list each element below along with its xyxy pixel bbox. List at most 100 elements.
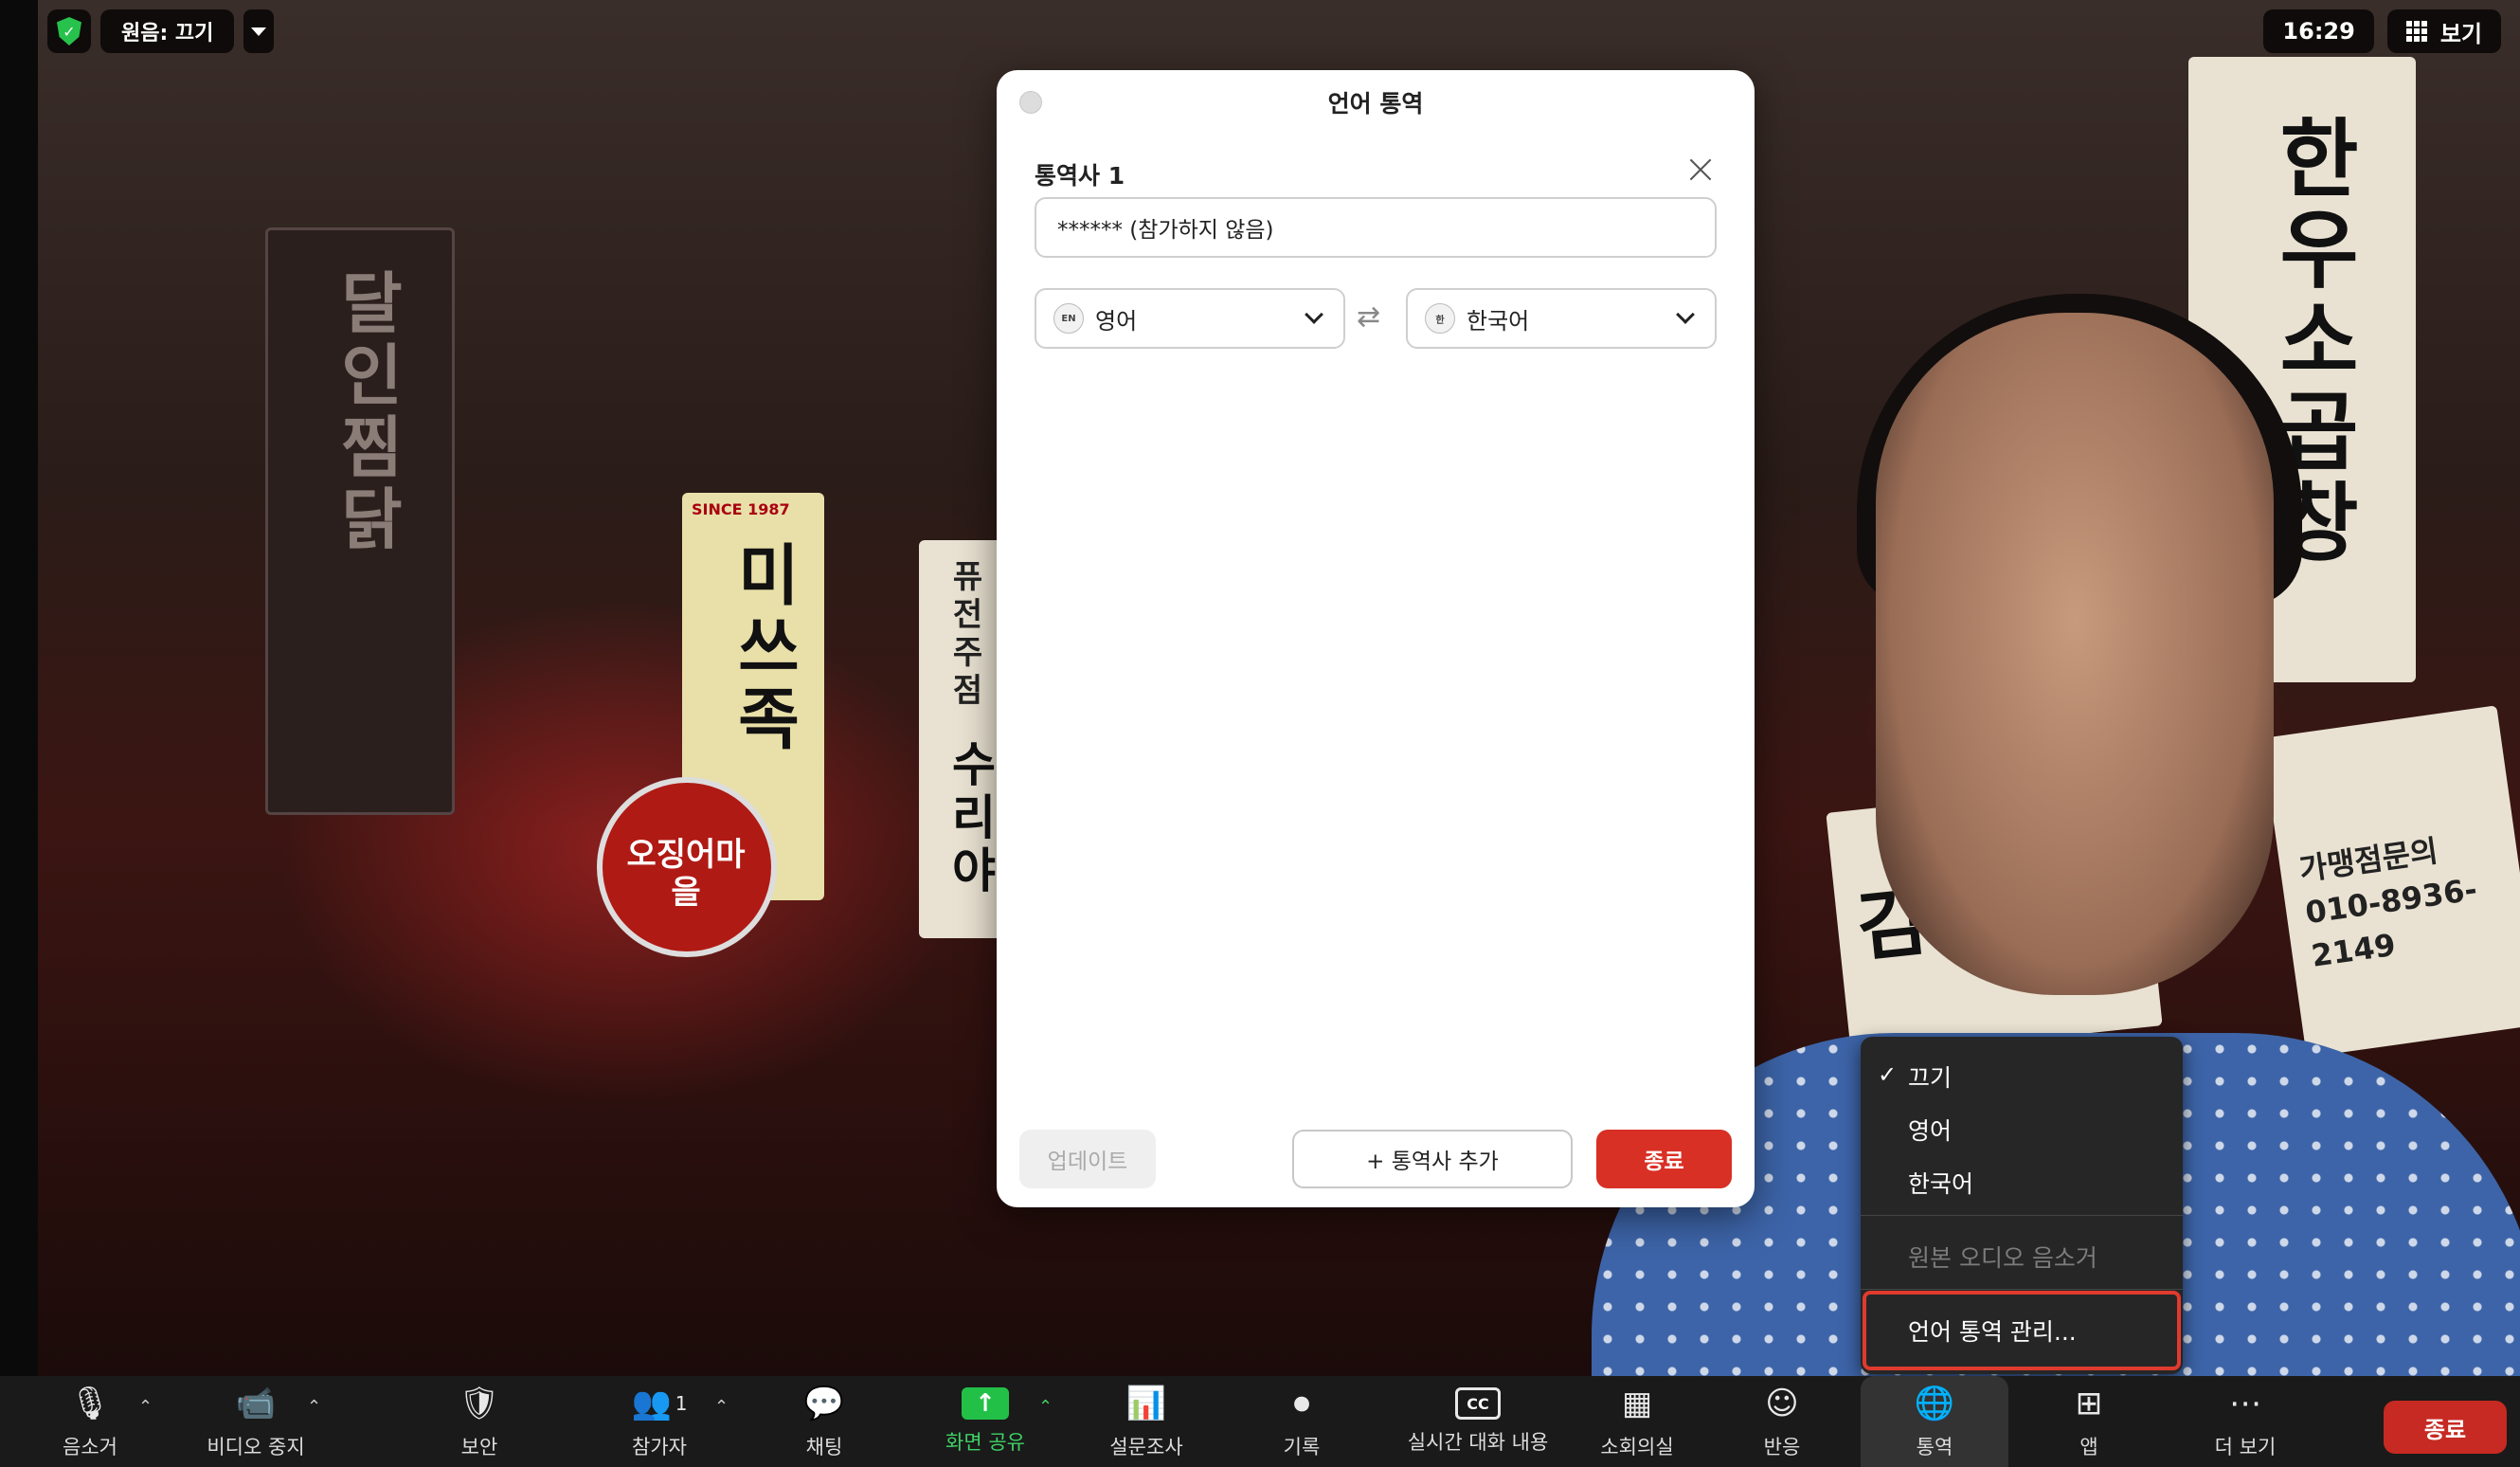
sign-dark-left: 달인찜닭 <box>265 227 455 815</box>
smiley-icon: ☺ <box>1765 1385 1799 1422</box>
captions-button[interactable]: CC 실시간 대화 내용 <box>1393 1376 1563 1467</box>
more-button[interactable]: ⋯ 더 보기 <box>2198 1376 2293 1467</box>
participants-button[interactable]: 👥 1 참가자 <box>603 1376 716 1467</box>
menu-item-label: 원본 오디오 음소거 <box>1908 1244 2097 1272</box>
grid-icon <box>2405 21 2427 42</box>
globe-icon: 🌐 <box>1914 1385 1955 1422</box>
menu-item-mute-original: 원본 오디오 음소거 <box>1861 1230 2183 1283</box>
encryption-badge[interactable]: ✓ <box>47 9 91 53</box>
meeting-toolbar: 🎙 음소거 ⌃ 📹 비디오 중지 ⌃ 🛡 보안 👥 1 참가자 ⌃ 💬 채팅 ↑ … <box>0 1376 2520 1467</box>
share-label: 화면 공유 <box>945 1431 1025 1454</box>
person-head <box>1876 313 2274 995</box>
menu-item-off[interactable]: ✓ 끄기 <box>1861 1050 2183 1103</box>
share-options-caret-icon[interactable]: ⌃ <box>1038 1397 1053 1417</box>
sign-text-3: 퓨전주점 <box>945 559 983 711</box>
polls-label: 설문조사 <box>1109 1436 1183 1458</box>
chat-label: 채팅 <box>805 1436 843 1458</box>
menu-item-english[interactable]: 영어 <box>1861 1103 2183 1156</box>
meeting-clock: 16:29 <box>2263 9 2374 53</box>
source-language-badge: EN <box>1053 303 1084 334</box>
top-left-controls: ✓ 원음: 끄기 <box>47 9 275 53</box>
sign-text-1: 달인찜닭 <box>328 268 405 556</box>
interpretation-button[interactable]: 🌐 통역 <box>1861 1376 2008 1467</box>
chevron-down-icon <box>1305 305 1323 324</box>
more-label: 더 보기 <box>2214 1436 2277 1458</box>
breakout-grid-icon: ▦ <box>1621 1385 1653 1422</box>
record-icon: ⏺ <box>1293 1385 1310 1422</box>
reactions-label: 반응 <box>1763 1436 1801 1458</box>
add-interpreter-button[interactable]: + 통역사 추가 <box>1292 1130 1573 1188</box>
top-right-controls: 16:29 보기 <box>2263 9 2501 53</box>
sign-text-5: 오징어마을 <box>626 836 746 912</box>
caret-down-icon <box>251 27 267 36</box>
chat-button[interactable]: 💬 채팅 <box>777 1376 872 1467</box>
share-screen-icon: ↑ <box>962 1387 1009 1420</box>
shield-check-icon: ✓ <box>57 17 81 45</box>
participants-icon: 👥 1 <box>631 1385 688 1422</box>
swap-icon[interactable]: ⇄ <box>1357 303 1380 332</box>
checkmark-icon: ✓ <box>1878 1061 1898 1088</box>
breakout-label: 소회의실 <box>1600 1436 1674 1458</box>
polls-button[interactable]: 📊 설문조사 <box>1089 1376 1203 1467</box>
mute-options-caret-icon[interactable]: ⌃ <box>138 1397 153 1417</box>
reactions-button[interactable]: ☺ 반응 <box>1739 1376 1825 1467</box>
original-audio-toggle[interactable]: 원음: 끄기 <box>100 9 235 53</box>
mute-label: 음소거 <box>63 1436 117 1458</box>
interpretation-menu: ✓ 끄기 영어 한국어 원본 오디오 음소거 언어 통역 관리... <box>1861 1037 2183 1374</box>
security-label: 보안 <box>460 1436 498 1458</box>
share-screen-button[interactable]: ↑ 화면 공유 <box>928 1376 1042 1467</box>
remove-interpreter-icon[interactable] <box>1686 155 1715 184</box>
left-strip <box>0 0 38 1376</box>
interpretation-label: 통역 <box>1916 1436 1953 1458</box>
mute-button[interactable]: 🎙 음소거 <box>38 1376 142 1467</box>
breakout-rooms-button[interactable]: ▦ 소회의실 <box>1588 1376 1686 1467</box>
shield-icon: 🛡 <box>459 1385 500 1422</box>
apps-label: 앱 <box>2079 1436 2098 1458</box>
target-language-badge: 한 <box>1425 303 1455 334</box>
target-language-value: 한국어 <box>1467 307 1530 335</box>
chevron-down-icon <box>1676 305 1695 324</box>
menu-item-label: 영어 <box>1908 1117 1953 1145</box>
apps-button[interactable]: ⊞ 앱 <box>2046 1376 2132 1467</box>
record-button[interactable]: ⏺ 기록 <box>1254 1376 1349 1467</box>
closed-captions-icon: CC <box>1455 1387 1501 1420</box>
source-language-select[interactable]: EN 영어 <box>1035 288 1345 349</box>
sign-red-round: 오징어마을 <box>597 777 777 957</box>
video-options-caret-icon[interactable]: ⌃ <box>307 1397 321 1417</box>
update-button[interactable]: 업데이트 <box>1019 1130 1156 1188</box>
sign-text-2: 미쓰족 <box>725 540 802 756</box>
participants-count: 1 <box>675 1392 688 1415</box>
menu-item-label: 끄기 <box>1908 1064 1953 1092</box>
dialog-title: 언어 통역 <box>1327 90 1424 118</box>
participants-options-caret-icon[interactable]: ⌃ <box>714 1397 729 1417</box>
interpreter-label: 통역사 1 <box>1035 162 1125 190</box>
audio-dropdown-button[interactable] <box>243 9 275 53</box>
interpreter-input[interactable] <box>1035 197 1717 258</box>
menu-divider <box>1861 1289 2183 1290</box>
view-button[interactable]: 보기 <box>2386 9 2501 53</box>
menu-item-korean[interactable]: 한국어 <box>1861 1156 2183 1209</box>
end-meeting-button[interactable]: 종료 <box>2384 1401 2507 1454</box>
microphone-icon: 🎙 <box>69 1385 111 1422</box>
bar-chart-icon: 📊 <box>1125 1385 1167 1422</box>
source-language-value: 영어 <box>1095 307 1138 335</box>
view-label: 보기 <box>2439 20 2482 47</box>
record-label: 기록 <box>1283 1436 1321 1458</box>
video-label: 비디오 중지 <box>207 1436 305 1458</box>
sign-text-4: 수리야 <box>943 739 998 898</box>
end-interpretation-button[interactable]: 종료 <box>1596 1130 1732 1188</box>
video-camera-icon: 📹 <box>235 1385 277 1422</box>
chat-bubble-icon: 💬 <box>803 1385 845 1422</box>
security-button[interactable]: 🛡 보안 <box>432 1376 527 1467</box>
menu-divider <box>1861 1215 2183 1216</box>
sign-text-9: SINCE 1987 <box>692 500 790 518</box>
menu-item-manage-interpretation[interactable]: 언어 통역 관리... <box>1863 1291 2181 1370</box>
ellipsis-icon: ⋯ <box>2229 1385 2261 1422</box>
menu-item-label: 언어 통역 관리... <box>1908 1318 2077 1346</box>
video-button[interactable]: 📹 비디오 중지 <box>189 1376 322 1467</box>
participants-label: 참가자 <box>632 1436 687 1458</box>
language-interpretation-dialog: 언어 통역 통역사 1 EN 영어 ⇄ 한 한국어 업데이트 + 통역사 추가 … <box>997 70 1755 1207</box>
menu-item-label: 한국어 <box>1908 1170 1974 1198</box>
captions-label: 실시간 대화 내용 <box>1407 1431 1549 1454</box>
target-language-select[interactable]: 한 한국어 <box>1406 288 1717 349</box>
